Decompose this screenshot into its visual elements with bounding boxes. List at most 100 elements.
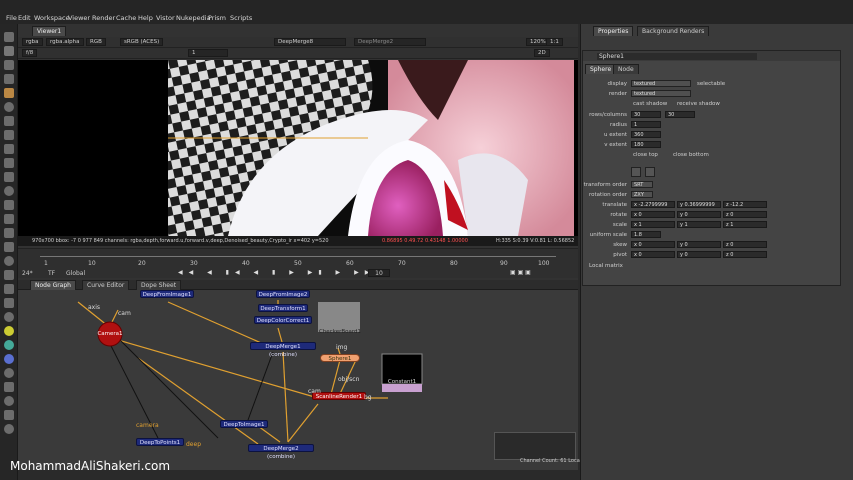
plugin-k-icon[interactable] xyxy=(4,424,14,434)
node-name-field[interactable]: Sphere1 xyxy=(597,53,757,60)
menu-workspace[interactable]: Workspace xyxy=(34,14,70,22)
tf-select[interactable]: TF xyxy=(48,270,55,277)
plugin-c-icon[interactable] xyxy=(4,312,14,322)
plugin-b-icon[interactable] xyxy=(4,298,14,308)
pivot-y-field[interactable]: y 0 xyxy=(677,251,721,258)
rgb-select[interactable]: RGB xyxy=(86,38,106,46)
cara-tool-icon[interactable] xyxy=(4,270,14,280)
tab-curve-editor[interactable]: Curve Editor xyxy=(82,280,130,290)
tab-background-renders[interactable]: Background Renders xyxy=(637,26,710,36)
plugin-g-icon[interactable] xyxy=(4,368,14,378)
node-deep-to-points1[interactable]: DeepToPoints1 xyxy=(136,438,184,446)
translate-x-field[interactable]: x -2.2799999 xyxy=(631,201,675,208)
channels-select[interactable]: rgba xyxy=(22,38,43,46)
scale-x-field[interactable]: x 1 xyxy=(631,221,675,228)
furnace-tool-icon[interactable] xyxy=(4,256,14,266)
selectable-check[interactable]: selectable xyxy=(697,81,725,87)
plugin-j-icon[interactable] xyxy=(4,410,14,420)
transform-order-dropdown[interactable]: SRT xyxy=(631,181,653,188)
node-checkerboard1[interactable]: CheckerBoard1 xyxy=(318,328,362,336)
tab-properties[interactable]: Properties xyxy=(593,26,634,36)
node-deep-to-image1[interactable]: DeepToImage1 xyxy=(220,420,268,428)
menu-viewer[interactable]: Viewer xyxy=(68,14,90,22)
tab-node-graph[interactable]: Node Graph xyxy=(30,280,76,290)
other-tool-icon[interactable] xyxy=(4,242,14,252)
tab-viewer1[interactable]: Viewer1 xyxy=(32,26,67,36)
ratio-select[interactable]: 1:1 xyxy=(546,38,563,46)
close-top-check[interactable]: close top xyxy=(633,152,658,158)
plugin-e-icon[interactable] xyxy=(4,340,14,350)
transform-tool-icon[interactable] xyxy=(4,144,14,154)
flipbook-controls[interactable]: ▣ ▣ ▣ xyxy=(510,269,531,276)
merge-tool-icon[interactable] xyxy=(4,130,14,140)
menu-help[interactable]: Help xyxy=(138,14,153,22)
menu-edit[interactable]: Edit xyxy=(18,14,31,22)
menu-cache[interactable]: Cache xyxy=(116,14,136,22)
receive-shadow-check[interactable]: receive shadow xyxy=(677,101,720,107)
rotate-y-field[interactable]: y 0 xyxy=(677,211,721,218)
skew-y-field[interactable]: y 0 xyxy=(677,241,721,248)
rotate-z-field[interactable]: z 0 xyxy=(723,211,767,218)
toolsets-tool-icon[interactable] xyxy=(4,228,14,238)
fps-select[interactable]: 24* xyxy=(22,270,33,277)
input-b-select[interactable]: DeepMerge2 xyxy=(354,38,426,46)
uniform-scale-field[interactable]: 1.8 xyxy=(631,231,661,238)
node-sphere1[interactable]: Sphere1 xyxy=(320,354,360,362)
node-graph[interactable]: DeepFromImage1 DeepFromImage2 DeepTransf… xyxy=(18,280,578,470)
keyer-tool-icon[interactable] xyxy=(4,116,14,126)
frame-step-field[interactable]: 10 xyxy=(368,269,390,277)
node-constant1[interactable]: Constant1 xyxy=(382,378,422,386)
particles-tool-icon[interactable] xyxy=(4,200,14,210)
close-bottom-check[interactable]: close bottom xyxy=(673,152,709,158)
menu-render[interactable]: Render xyxy=(92,14,115,22)
global-select[interactable]: Global xyxy=(66,270,85,277)
filter-tool-icon[interactable] xyxy=(4,102,14,112)
views-tool-icon[interactable] xyxy=(4,172,14,182)
input-a-select[interactable]: DeepMerge8 xyxy=(274,38,346,46)
menu-scripts[interactable]: Scripts xyxy=(230,14,252,22)
plugin-h-icon[interactable] xyxy=(4,382,14,392)
menu-prism[interactable]: Prism xyxy=(208,14,226,22)
skew-z-field[interactable]: z 0 xyxy=(723,241,767,248)
scale-z-field[interactable]: z 1 xyxy=(723,221,767,228)
time-tool-icon[interactable] xyxy=(4,60,14,70)
plugin-a-icon[interactable] xyxy=(4,284,14,294)
tab-dope-sheet[interactable]: Dope Sheet xyxy=(136,280,182,290)
translate-z-field[interactable]: z -12.2 xyxy=(723,201,767,208)
metadata-tool-icon[interactable] xyxy=(4,186,14,196)
translate-y-field[interactable]: y 0.36999999 xyxy=(677,201,721,208)
display-dropdown[interactable]: textured xyxy=(631,80,691,87)
scale-y-field[interactable]: y 1 xyxy=(677,221,721,228)
columns-field[interactable]: 30 xyxy=(665,111,695,118)
v-extent-field[interactable]: 180 xyxy=(631,141,661,148)
skew-x-field[interactable]: x 0 xyxy=(631,241,675,248)
node-camera1[interactable]: Camera1 xyxy=(92,330,128,338)
transform-axis-icon[interactable] xyxy=(645,167,655,177)
alpha-select[interactable]: rgba.alpha xyxy=(46,38,84,46)
rotation-order-dropdown[interactable]: ZXY xyxy=(631,191,653,198)
draw-tool-icon[interactable] xyxy=(4,46,14,56)
plugin-f-icon[interactable] xyxy=(4,354,14,364)
node-deep-from-image2[interactable]: DeepFromImage2 xyxy=(256,290,310,298)
pivot-z-field[interactable]: z 0 xyxy=(723,251,767,258)
menu-file[interactable]: File xyxy=(6,14,17,22)
colorspace-select[interactable]: sRGB (ACES) xyxy=(120,38,164,46)
u-extent-field[interactable]: 360 xyxy=(631,131,661,138)
render-dropdown[interactable]: textured xyxy=(631,90,691,97)
plugin-d-icon[interactable] xyxy=(4,326,14,336)
rotate-x-field[interactable]: x 0 xyxy=(631,211,675,218)
transform-handle-icon[interactable] xyxy=(631,167,641,177)
3d-tool-icon[interactable] xyxy=(4,158,14,168)
radius-field[interactable]: 1 xyxy=(631,121,661,128)
node-deep-merge2[interactable]: DeepMerge2 (combine) xyxy=(248,444,314,460)
plugin-i-icon[interactable] xyxy=(4,396,14,406)
node-deep-merge1[interactable]: DeepMerge1 (combine) xyxy=(250,342,316,358)
rows-field[interactable]: 30 xyxy=(631,111,661,118)
cast-shadow-check[interactable]: cast shadow xyxy=(633,101,667,107)
image-tool-icon[interactable] xyxy=(4,32,14,42)
menu-vistor[interactable]: Vistor xyxy=(156,14,175,22)
deep-tool-icon[interactable] xyxy=(4,214,14,224)
node-deep-transform1[interactable]: DeepTransform1 xyxy=(258,304,308,312)
timeline[interactable]: 1 10 20 30 40 50 60 70 80 90 100 24* TF … xyxy=(18,248,578,278)
tab-node[interactable]: Node xyxy=(613,64,639,74)
